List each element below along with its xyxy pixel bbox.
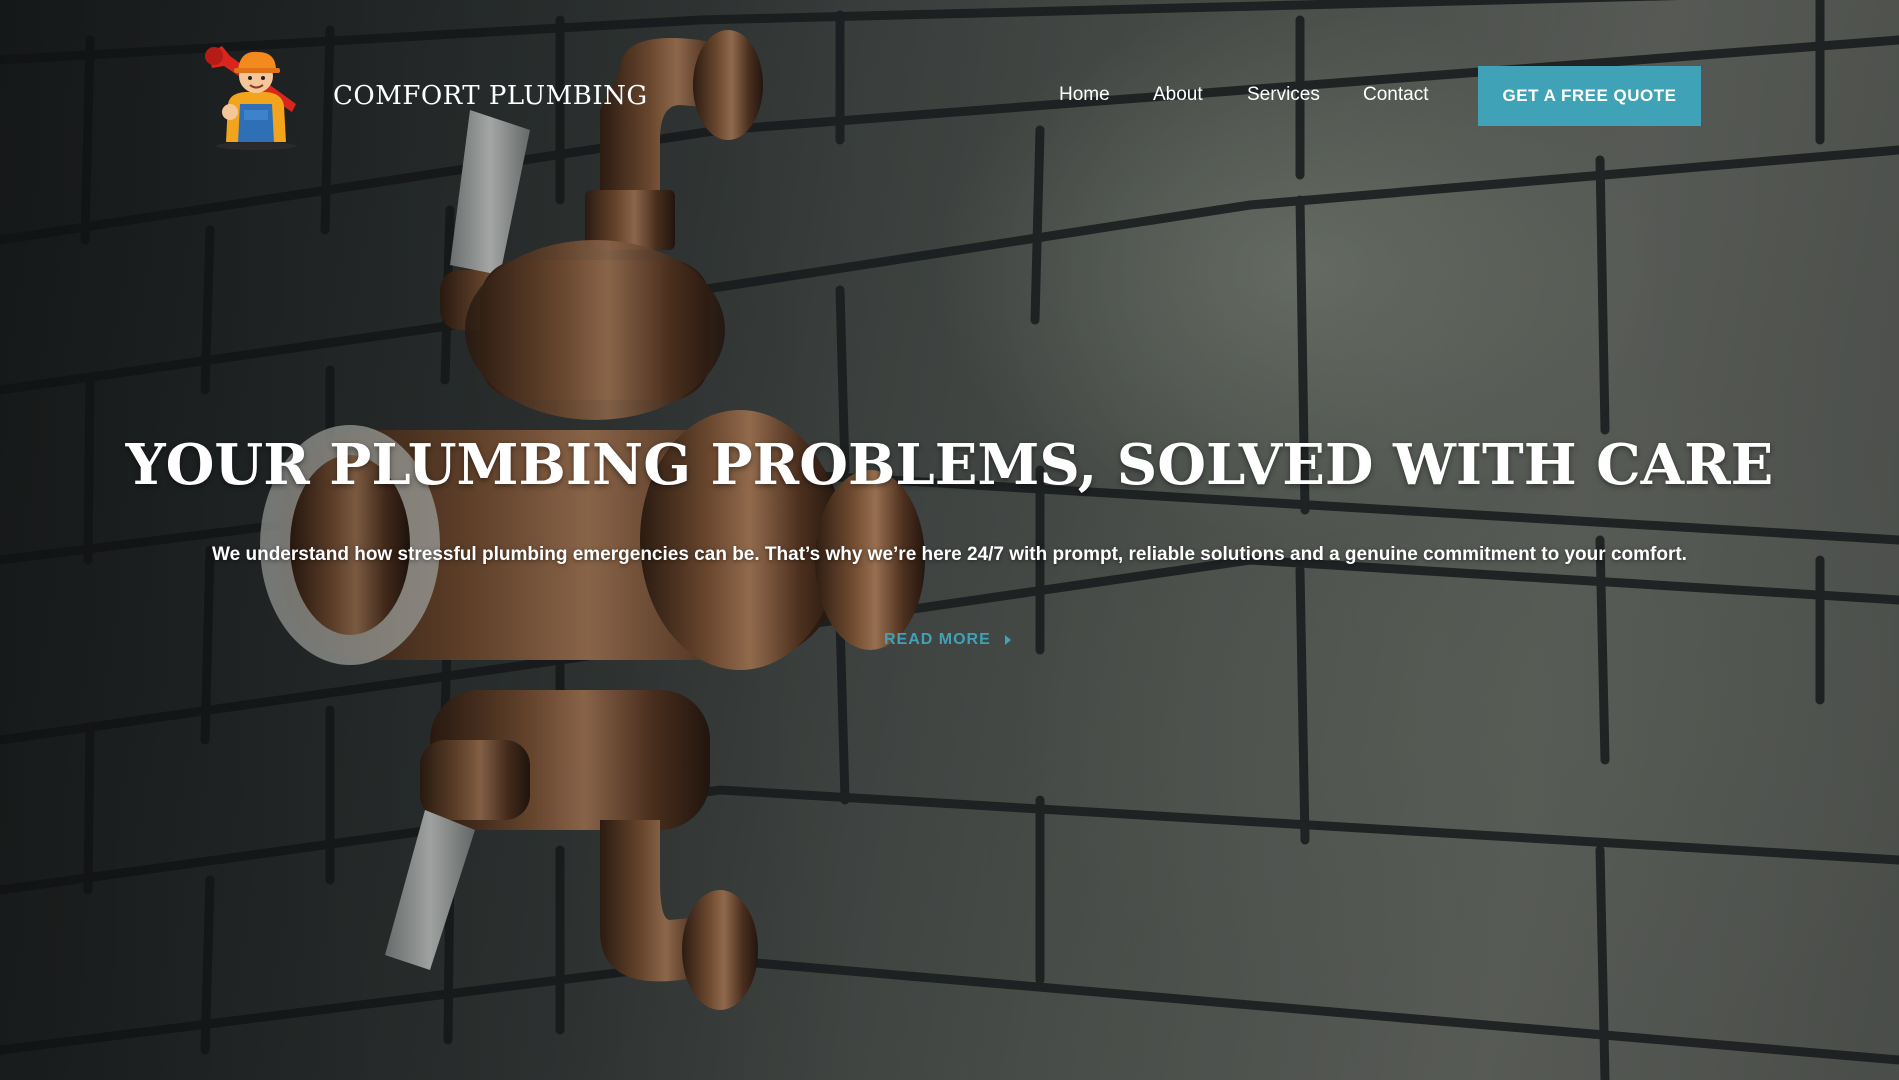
- caret-right-icon: [1004, 635, 1011, 645]
- read-more-label: READ MORE: [884, 631, 991, 648]
- hero-section: COMFORT PLUMBING Home About Services Con…: [0, 0, 1899, 1080]
- dark-overlay: [0, 0, 1899, 1080]
- nav-item-services[interactable]: Services: [1247, 84, 1320, 106]
- plumber-mascot-icon[interactable]: [200, 42, 312, 152]
- hero-subtext: We understand how stressful plumbing eme…: [212, 544, 1687, 565]
- get-free-quote-button[interactable]: GET A FREE QUOTE: [1478, 66, 1701, 126]
- nav-item-contact[interactable]: Contact: [1363, 84, 1428, 106]
- read-more-link[interactable]: READ MORE: [884, 630, 1011, 650]
- brand-name[interactable]: COMFORT PLUMBING: [333, 81, 648, 111]
- nav-item-about[interactable]: About: [1153, 84, 1203, 106]
- nav-item-home[interactable]: Home: [1059, 84, 1110, 106]
- hero-headline: YOUR PLUMBING PROBLEMS, SOLVED WITH CARE: [125, 432, 1774, 498]
